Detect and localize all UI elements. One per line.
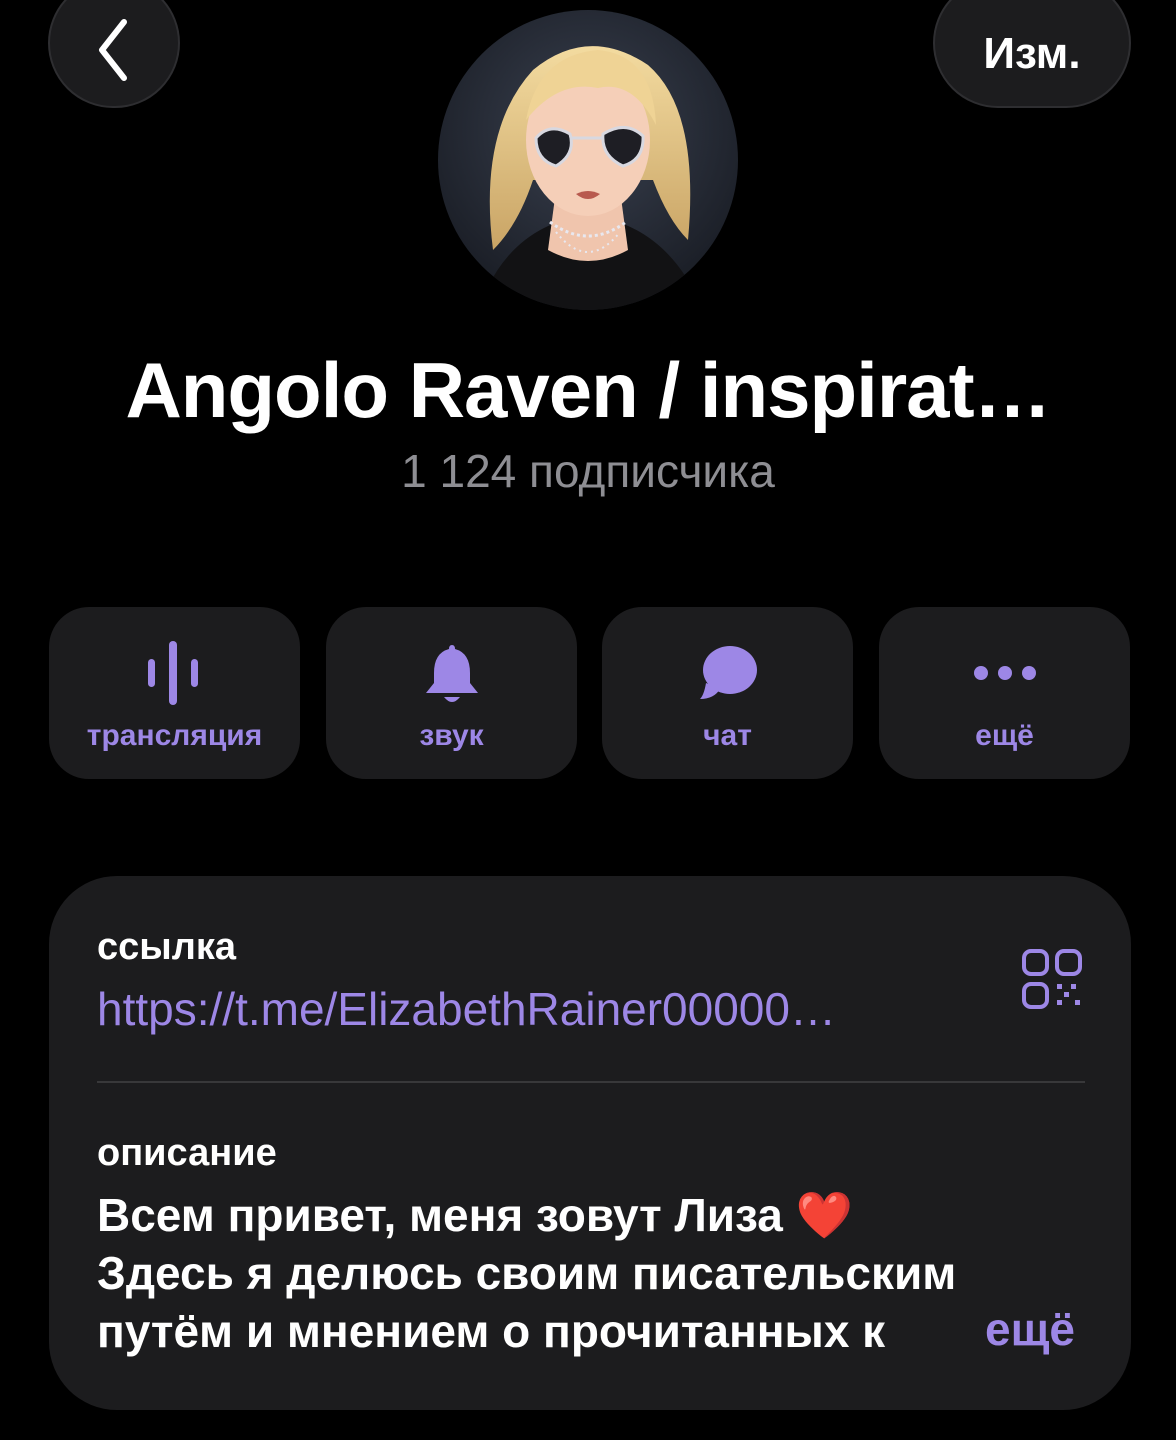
avatar-illustration: [438, 10, 738, 310]
channel-avatar[interactable]: [438, 10, 738, 310]
live-stream-label: трансляция: [86, 719, 263, 752]
link-label: ссылка: [97, 926, 237, 968]
channel-title: Angolo Raven / inspirat…: [125, 346, 1051, 434]
sound-button[interactable]: звук: [326, 607, 577, 779]
info-card: ссылка https://t.me/ElizabethRainer00000…: [49, 876, 1131, 1410]
edit-button-label: Изм.: [983, 29, 1081, 78]
chat-bubble-icon: [699, 646, 757, 699]
chevron-left-icon: [99, 19, 127, 81]
chat-button[interactable]: чат: [602, 607, 853, 779]
channel-description: Всем привет, меня зовут Лиза ❤️ Здесь я …: [97, 1186, 1097, 1360]
description-line: Здесь я делюсь своим писательским: [97, 1247, 957, 1299]
description-line: путём и мнением о прочитанных к: [97, 1305, 886, 1357]
description-line: Всем привет, меня зовут Лиза ❤️: [97, 1189, 853, 1241]
more-dots-icon: [973, 666, 1036, 680]
live-stream-button[interactable]: трансляция: [49, 607, 300, 779]
more-label: ещё: [975, 719, 1034, 752]
sound-label: звук: [419, 719, 484, 752]
subscriber-count: 1 124 подписчика: [401, 445, 775, 497]
description-label: описание: [97, 1132, 277, 1174]
show-more-link[interactable]: ещё: [985, 1302, 1075, 1356]
chat-label: чат: [703, 719, 752, 752]
bell-icon: [425, 645, 478, 702]
back-button[interactable]: [48, 0, 180, 108]
qr-code-icon[interactable]: [1021, 948, 1083, 1010]
voice-chat-icon: [147, 641, 198, 705]
divider: [97, 1081, 1085, 1083]
edit-button[interactable]: Изм.: [933, 0, 1131, 108]
more-button[interactable]: ещё: [879, 607, 1130, 779]
channel-link[interactable]: https://t.me/ElizabethRainer00000…: [97, 982, 836, 1036]
